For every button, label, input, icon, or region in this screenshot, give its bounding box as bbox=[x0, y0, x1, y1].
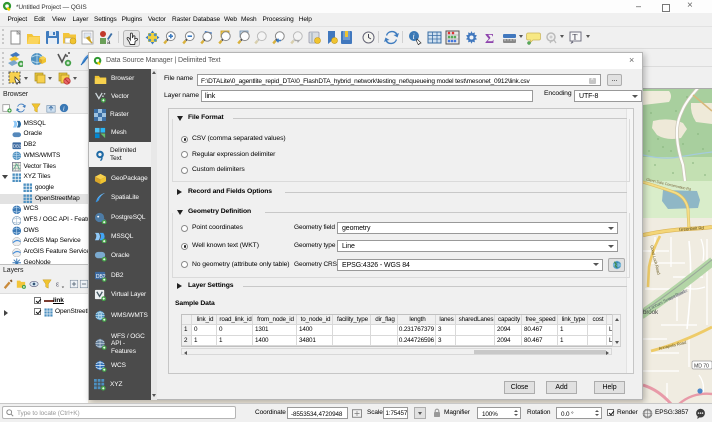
svg-text:MD 70: MD 70 bbox=[694, 363, 709, 369]
svg-text:brook: brook bbox=[643, 309, 659, 316]
svg-text:a: a bbox=[107, 40, 111, 45]
svg-text:DB2: DB2 bbox=[13, 143, 21, 148]
svg-text:ε: ε bbox=[56, 280, 60, 289]
svg-text:i: i bbox=[63, 106, 65, 113]
svg-text:Σ: Σ bbox=[485, 32, 494, 45]
svg-text:T: T bbox=[573, 32, 578, 41]
svg-text:i: i bbox=[413, 32, 415, 41]
